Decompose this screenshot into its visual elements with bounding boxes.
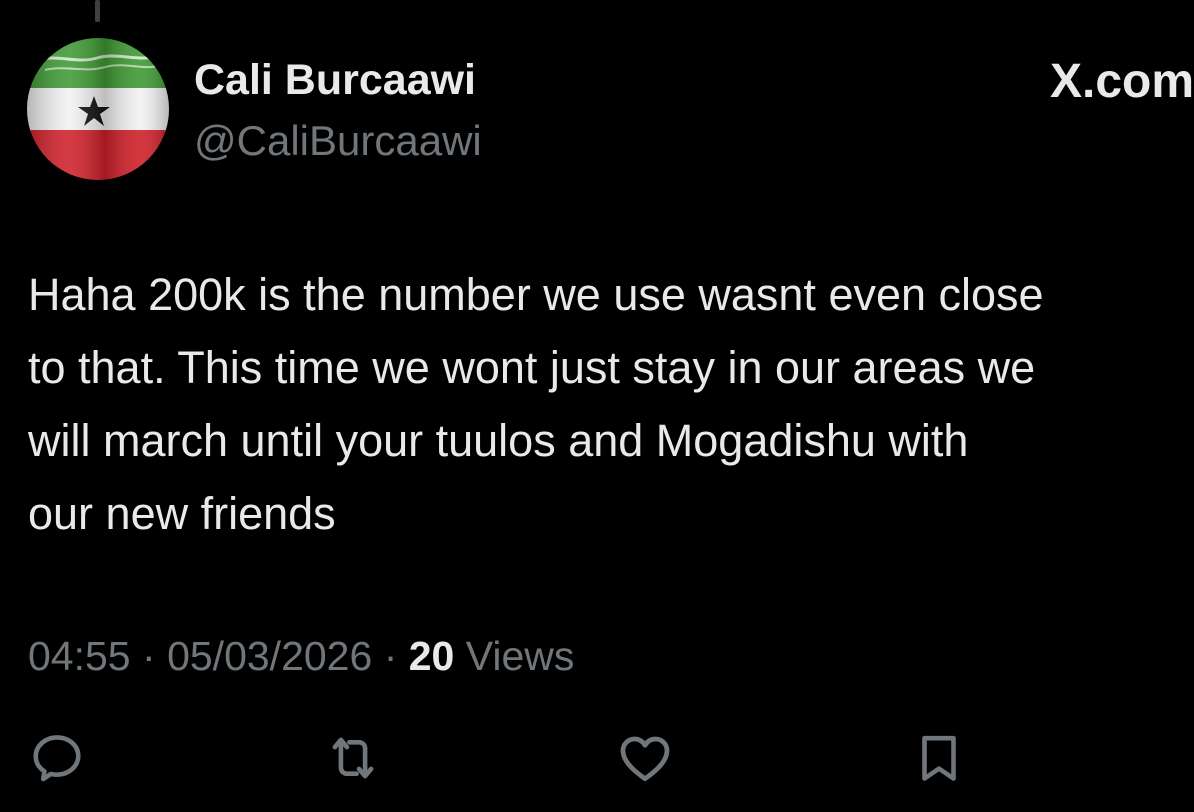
like-icon [620,736,670,782]
author-display-name[interactable]: Cali Burcaawi [194,56,476,104]
post-time[interactable]: 04:55 [28,633,131,679]
bookmark-icon [922,735,956,781]
author-handle[interactable]: @CaliBurcaawi [194,117,482,165]
post-metadata: 04:55 · 05/03/2026 · 20 Views [28,628,574,684]
repost-button[interactable] [322,727,384,789]
views-count[interactable]: 20 [409,633,455,679]
post-date[interactable]: 05/03/2026 [167,633,372,679]
reply-icon [33,735,81,782]
post-text-line: will march until your tuulos and Mogadis… [28,415,969,466]
flag-avatar-icon [27,38,169,180]
repost-icon [332,737,374,779]
brand-watermark: X.com [1050,56,1194,108]
views-label[interactable]: Views [466,633,575,679]
meta-separator: · [142,633,156,679]
post-text-line: our new friends [28,488,336,539]
avatar[interactable] [27,38,169,180]
post-text-line: to that. This time we wont just stay in … [28,342,1036,393]
thread-connector-line [95,0,100,22]
meta-separator: · [383,633,398,679]
bookmark-button[interactable] [908,727,970,789]
post-text-line: Haha 200k is the number we use wasnt eve… [28,269,1044,320]
reply-button[interactable] [26,727,88,789]
like-button[interactable] [614,727,676,789]
post-action-bar [0,727,1194,789]
post-text: Haha 200k is the number we use wasnt eve… [28,258,1194,550]
